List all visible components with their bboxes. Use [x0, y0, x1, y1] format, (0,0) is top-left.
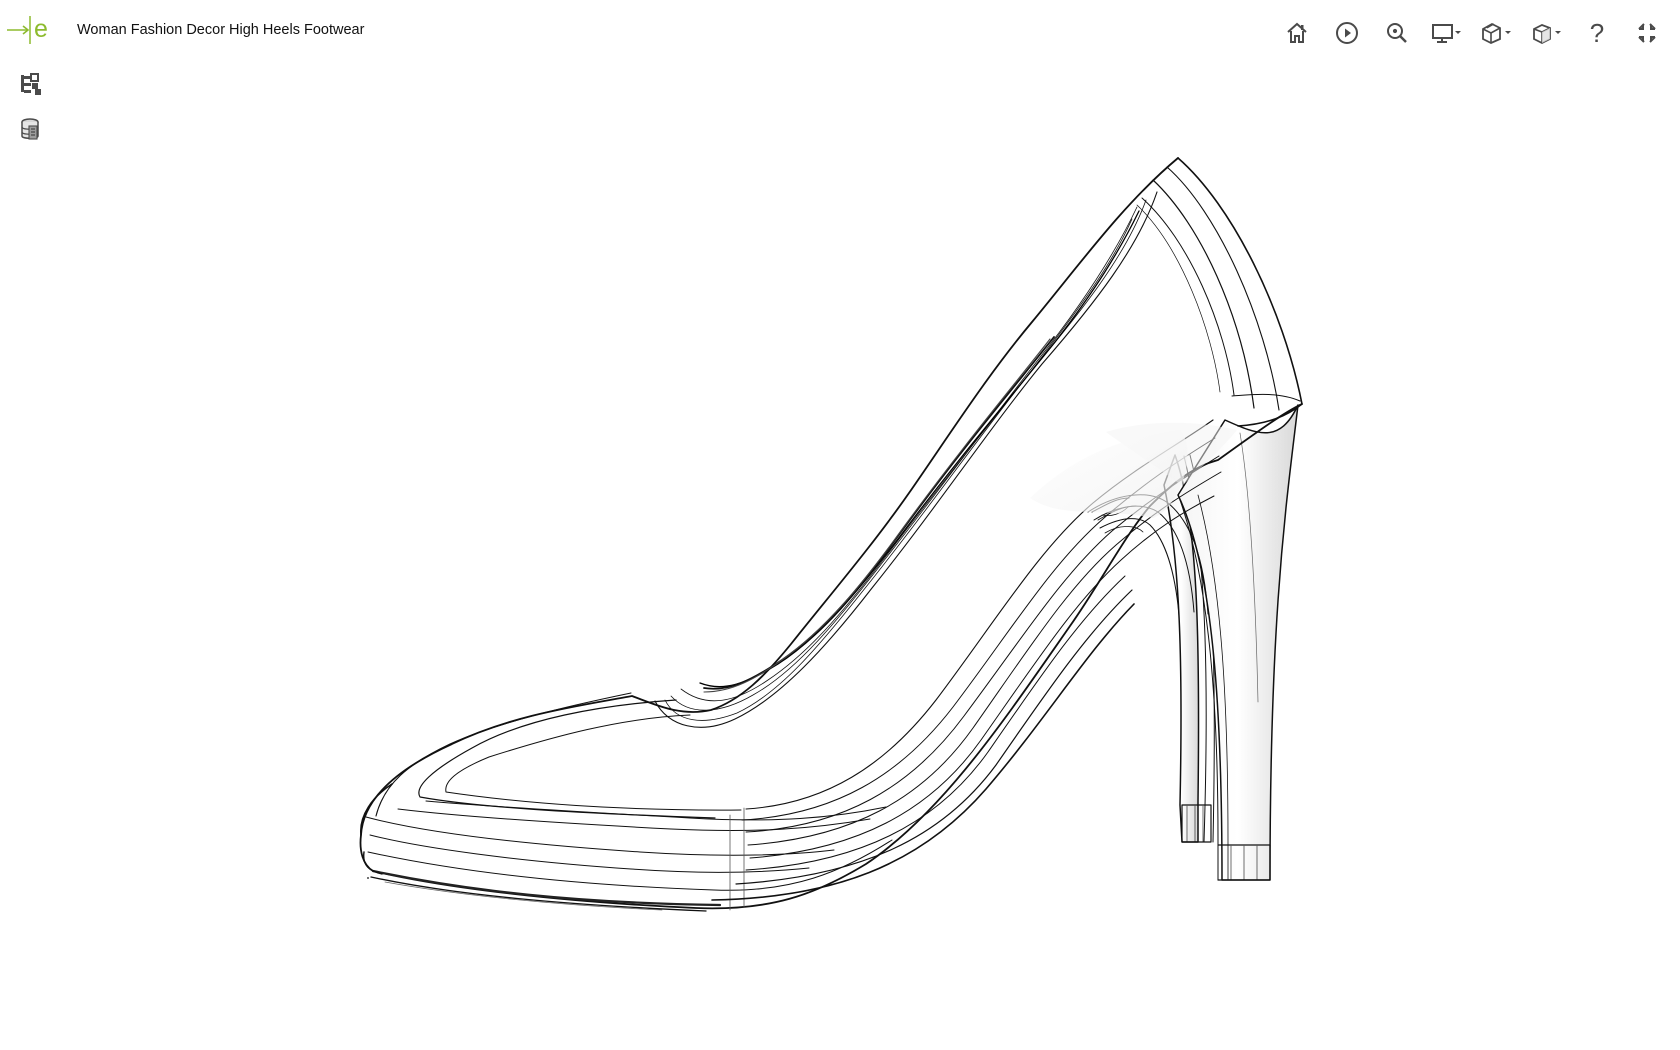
standard-views-button[interactable]	[1522, 14, 1572, 52]
play-icon	[1336, 22, 1358, 44]
display-icon	[1432, 24, 1461, 43]
left-tool-sidebar	[0, 64, 62, 184]
app-window: e Woman Fashion Decor High Heels Footwea…	[0, 0, 1680, 1050]
view-icon	[1482, 22, 1511, 44]
model-viewport[interactable]	[0, 0, 1680, 1050]
e-logo-icon[interactable]: e	[6, 10, 54, 50]
model-title: Woman Fashion Decor High Heels Footwear	[77, 22, 365, 38]
cube-icon	[1533, 24, 1561, 45]
database-button[interactable]	[14, 113, 48, 147]
zoom-button[interactable]	[1372, 14, 1422, 52]
home-button[interactable]	[1272, 14, 1322, 52]
fullscreen-button[interactable]	[1622, 14, 1672, 52]
viewer-toolbar: ?	[1272, 14, 1672, 52]
model-tree-button[interactable]	[14, 68, 48, 102]
zoom-icon	[1387, 23, 1407, 43]
model-tree-icon	[21, 73, 41, 95]
shoe-wireframe-model[interactable]	[0, 0, 1680, 1050]
help-icon: ?	[1589, 18, 1605, 48]
database-icon	[21, 118, 39, 140]
display-mode-button[interactable]	[1422, 14, 1472, 52]
help-button[interactable]: ?	[1572, 14, 1622, 52]
play-button[interactable]	[1322, 14, 1372, 52]
home-icon	[1287, 22, 1307, 43]
fullscreen-icon	[1638, 23, 1656, 43]
svg-text:e: e	[34, 15, 48, 43]
view-options-button[interactable]	[1472, 14, 1522, 52]
